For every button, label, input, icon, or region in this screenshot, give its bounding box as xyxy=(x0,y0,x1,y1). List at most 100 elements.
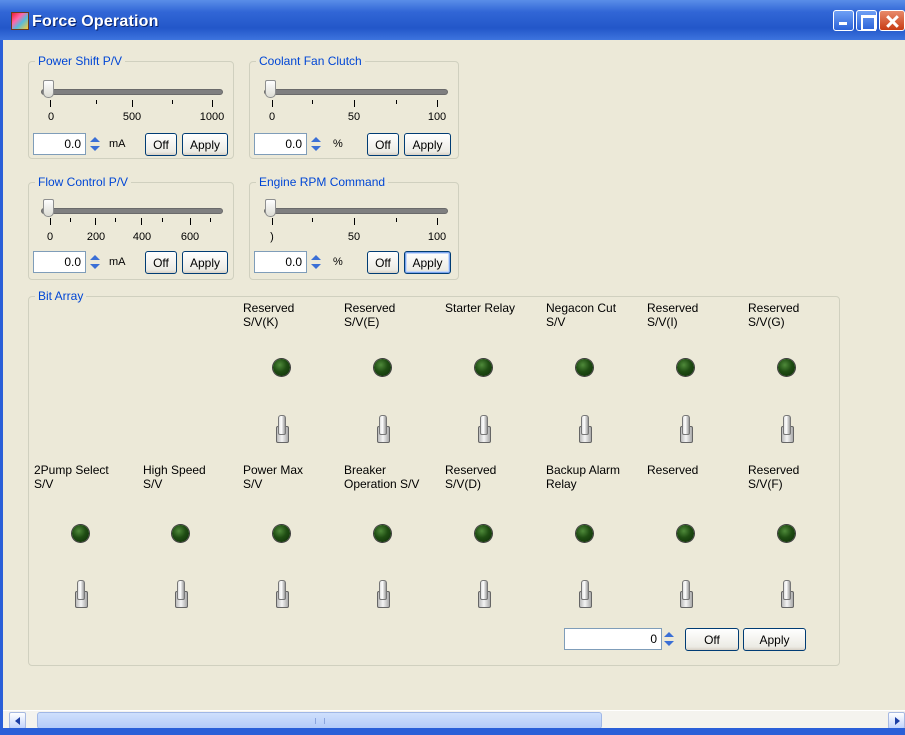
maximize-button[interactable] xyxy=(856,10,877,31)
tick xyxy=(141,218,142,225)
spin-up-icon[interactable] xyxy=(664,632,674,637)
led-indicator xyxy=(778,359,795,376)
coolant-fan-apply-button[interactable]: Apply xyxy=(404,133,451,156)
toggle-switch[interactable] xyxy=(780,579,794,609)
tick xyxy=(354,100,355,107)
bit-label-reserved-sv-g: Reserved S/V(G) xyxy=(748,301,800,329)
toggle-switch[interactable] xyxy=(275,579,289,609)
coolant-fan-value-input[interactable]: 0.0 xyxy=(254,133,307,155)
toggle-switch[interactable] xyxy=(477,414,491,444)
bit-array-off-button[interactable]: Off xyxy=(685,628,739,651)
toggle-lever xyxy=(682,415,690,435)
tick-label: 200 xyxy=(86,231,106,243)
led-indicator xyxy=(172,525,189,542)
tick-label: 50 xyxy=(347,231,361,243)
engine-rpm-group: Engine RPM Command ) 50 100 0.0 % Off Ap… xyxy=(249,175,459,280)
bit-label-breaker-operation-sv: Breaker Operation S/V xyxy=(344,463,420,491)
led-indicator xyxy=(273,525,290,542)
power-shift-title: Power Shift P/V xyxy=(35,54,126,68)
tick xyxy=(115,218,116,222)
toggle-switch[interactable] xyxy=(679,579,693,609)
toggle-switch[interactable] xyxy=(376,579,390,609)
spin-down-icon[interactable] xyxy=(90,146,100,151)
toggle-switch[interactable] xyxy=(477,579,491,609)
spin-up-icon[interactable] xyxy=(90,137,100,142)
spin-down-icon[interactable] xyxy=(311,146,321,151)
tick-label: 400 xyxy=(132,231,152,243)
tick xyxy=(172,100,173,104)
coolant-fan-off-button[interactable]: Off xyxy=(367,133,399,156)
tick-label: ) xyxy=(270,231,274,243)
engine-rpm-slider-thumb[interactable] xyxy=(265,199,276,217)
flow-control-title: Flow Control P/V xyxy=(35,175,132,189)
flow-control-unit: mA xyxy=(109,256,126,268)
flow-control-slider-thumb[interactable] xyxy=(43,199,54,217)
power-shift-slider-track[interactable] xyxy=(41,89,223,95)
engine-rpm-off-button[interactable]: Off xyxy=(367,251,399,274)
toggle-lever xyxy=(77,580,85,600)
close-icon xyxy=(880,11,904,30)
flow-control-spinner[interactable] xyxy=(89,251,103,273)
tick xyxy=(437,100,438,107)
toggle-switch[interactable] xyxy=(174,579,188,609)
flow-control-slider-track[interactable] xyxy=(41,208,223,214)
scroll-right-icon[interactable] xyxy=(888,712,905,729)
power-shift-group: Power Shift P/V 0 500 1000 0.0 mA Off Ap… xyxy=(28,54,234,159)
engine-rpm-title: Engine RPM Command xyxy=(256,175,389,189)
spin-down-icon[interactable] xyxy=(664,641,674,646)
flow-control-apply-button[interactable]: Apply xyxy=(182,251,228,274)
horizontal-scrollbar[interactable] xyxy=(3,710,905,729)
power-shift-value-input[interactable]: 0.0 xyxy=(33,133,86,155)
close-button[interactable] xyxy=(879,10,905,31)
tick-label: 50 xyxy=(347,111,361,123)
toggle-switch[interactable] xyxy=(376,414,390,444)
toggle-switch[interactable] xyxy=(74,579,88,609)
scroll-left-icon[interactable] xyxy=(9,712,26,729)
tick xyxy=(70,218,71,222)
spin-down-icon[interactable] xyxy=(90,264,100,269)
coolant-fan-slider-track[interactable] xyxy=(264,89,448,95)
power-shift-apply-button[interactable]: Apply xyxy=(182,133,228,156)
bit-array-spinner[interactable] xyxy=(663,628,677,650)
spin-up-icon[interactable] xyxy=(311,255,321,260)
coolant-fan-spinner[interactable] xyxy=(310,133,324,155)
tick-label: 600 xyxy=(180,231,200,243)
title-bar[interactable]: Force Operation xyxy=(0,0,905,40)
engine-rpm-spinner[interactable] xyxy=(310,251,324,273)
tick xyxy=(312,100,313,104)
tick xyxy=(190,218,191,225)
toggle-switch[interactable] xyxy=(578,579,592,609)
tick-label: 100 xyxy=(427,111,447,123)
engine-rpm-slider-track[interactable] xyxy=(264,208,448,214)
led-indicator xyxy=(475,525,492,542)
toggle-switch[interactable] xyxy=(578,414,592,444)
maximize-icon xyxy=(857,11,876,31)
spin-up-icon[interactable] xyxy=(90,255,100,260)
engine-rpm-value-input[interactable]: 0.0 xyxy=(254,251,307,273)
tick xyxy=(162,218,163,222)
toggle-switch[interactable] xyxy=(275,414,289,444)
engine-rpm-apply-button[interactable]: Apply xyxy=(404,251,451,274)
minimize-button[interactable] xyxy=(833,10,854,31)
tick xyxy=(212,100,213,107)
bit-array-apply-button[interactable]: Apply xyxy=(743,628,806,651)
power-shift-spinner[interactable] xyxy=(89,133,103,155)
spin-down-icon[interactable] xyxy=(311,264,321,269)
led-indicator xyxy=(778,525,795,542)
toggle-lever xyxy=(480,580,488,600)
flow-control-value-input[interactable]: 0.0 xyxy=(33,251,86,273)
toggle-switch[interactable] xyxy=(780,414,794,444)
flow-control-off-button[interactable]: Off xyxy=(145,251,177,274)
power-shift-slider-thumb[interactable] xyxy=(43,80,54,98)
tick xyxy=(396,100,397,104)
coolant-fan-slider-thumb[interactable] xyxy=(265,80,276,98)
bit-array-value-input[interactable]: 0 xyxy=(564,628,662,650)
flow-control-group: Flow Control P/V 0 200 400 600 0.0 mA Of… xyxy=(28,175,234,280)
power-shift-off-button[interactable]: Off xyxy=(145,133,177,156)
spin-up-icon[interactable] xyxy=(311,137,321,142)
toggle-switch[interactable] xyxy=(679,414,693,444)
scroll-thumb[interactable] xyxy=(37,712,602,729)
force-operation-window: Force Operation Power Shift P/V 0 500 10… xyxy=(0,0,905,735)
tick-label: 0 xyxy=(46,231,54,243)
tick-label: 500 xyxy=(122,111,142,123)
